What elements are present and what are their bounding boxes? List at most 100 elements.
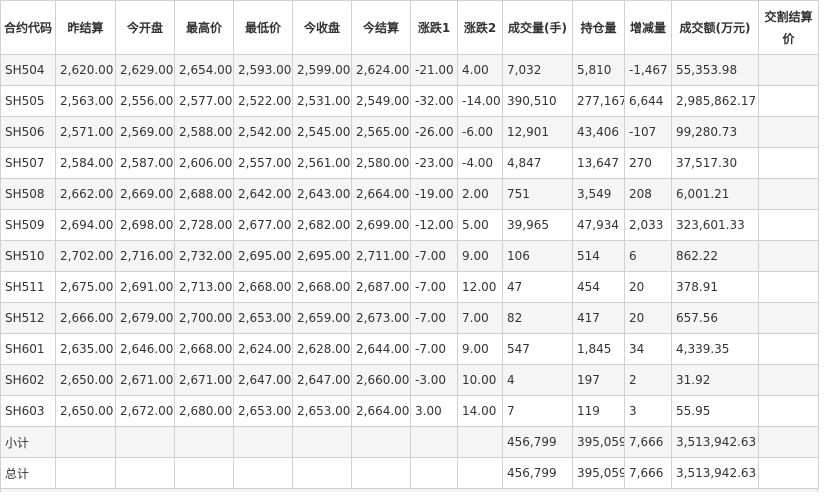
table-cell: 270 (624, 147, 672, 179)
table-cell: 2,671.00 (174, 364, 234, 396)
table-cell: 2,695.00 (233, 240, 293, 272)
column-header: 昨结算 (55, 0, 116, 55)
table-cell: 2,593.00 (233, 54, 293, 86)
table-cell: 2,682.00 (292, 209, 352, 241)
table-cell: -1,467 (624, 54, 672, 86)
table-cell: 2,563.00 (55, 85, 116, 117)
table-cell (233, 457, 293, 489)
table-cell: 2,587.00 (115, 147, 175, 179)
table-cell: 2,556.00 (115, 85, 175, 117)
table-cell: 2,531.00 (292, 85, 352, 117)
table-cell: 2,713.00 (174, 271, 234, 303)
table-cell: 4,847 (502, 147, 573, 179)
table-cell: 2,588.00 (174, 116, 234, 148)
table-row: SH510 2,702.00 2,716.00 2,732.00 2,695.00 2,6… (0, 240, 819, 272)
table-cell: 9.00 (457, 240, 503, 272)
table-cell: 2,728.00 (174, 209, 234, 241)
table-cell: -7.00 (410, 333, 458, 365)
table-cell: -7.00 (410, 240, 458, 272)
table-cell: 4.00 (457, 54, 503, 86)
table-cell: SH508 (0, 178, 56, 210)
table-cell: 7 (502, 395, 573, 427)
table-cell: 82 (502, 302, 573, 334)
table-cell: 2,599.00 (292, 54, 352, 86)
table-cell: 3,513,942.63 (671, 426, 759, 458)
table-cell (758, 54, 819, 86)
table-cell: 2,647.00 (233, 364, 293, 396)
table-cell: SH601 (0, 333, 56, 365)
table-row: SH508 2,662.00 2,669.00 2,688.00 2,642.00 2,6… (0, 178, 819, 210)
table-cell: 2,606.00 (174, 147, 234, 179)
table-cell: 4,339.35 (671, 333, 759, 365)
table-cell (758, 333, 819, 365)
table-cell: 10.00 (457, 364, 503, 396)
table-cell (55, 426, 116, 458)
table-cell: 2,569.00 (115, 116, 175, 148)
table-cell: SH505 (0, 85, 56, 117)
table-cell: 2,571.00 (55, 116, 116, 148)
table-cell: 2,545.00 (292, 116, 352, 148)
table-cell (292, 457, 352, 489)
table-row: SH504 2,620.00 2,629.00 2,654.00 2,593.00 2,5… (0, 54, 819, 86)
table-cell: SH510 (0, 240, 56, 272)
column-header: 涨跌2 (457, 0, 503, 55)
table-cell: 514 (572, 240, 625, 272)
table-cell: 2,644.00 (351, 333, 411, 365)
table-cell: 2,624.00 (233, 333, 293, 365)
table-cell (758, 178, 819, 210)
table-cell: 55,353.98 (671, 54, 759, 86)
table-cell: 55.95 (671, 395, 759, 427)
table-cell: 2,700.00 (174, 302, 234, 334)
table-cell: 34 (624, 333, 672, 365)
table-cell: 2,711.00 (351, 240, 411, 272)
table-cell: 2,653.00 (233, 395, 293, 427)
table-cell: -32.00 (410, 85, 458, 117)
table-cell: 2,584.00 (55, 147, 116, 179)
table-cell: 6,644 (624, 85, 672, 117)
table-cell: 2,653.00 (292, 395, 352, 427)
table-cell: 395,059 (572, 426, 625, 458)
table-cell: 751 (502, 178, 573, 210)
table-cell: 2,620.00 (55, 54, 116, 86)
table-row: SH511 2,675.00 2,691.00 2,713.00 2,668.00 2,6… (0, 271, 819, 303)
table-cell: 2,629.00 (115, 54, 175, 86)
table-cell: 2,669.00 (115, 178, 175, 210)
table-cell: 657.56 (671, 302, 759, 334)
table-cell (55, 457, 116, 489)
table-cell: 13,647 (572, 147, 625, 179)
table-cell: 2,577.00 (174, 85, 234, 117)
table-cell (351, 457, 411, 489)
table-cell: 2,654.00 (174, 54, 234, 86)
table-cell: -12.00 (410, 209, 458, 241)
table-cell: 2,985,862.17 (671, 85, 759, 117)
table-row: SH601 2,635.00 2,646.00 2,668.00 2,624.00 2,6… (0, 333, 819, 365)
table-cell: -107 (624, 116, 672, 148)
table-cell: 6 (624, 240, 672, 272)
table-row: 小计 456,799 395,059 7,666 3,513,942.63 (0, 426, 819, 458)
table-cell: 2,662.00 (55, 178, 116, 210)
table-cell: 2,635.00 (55, 333, 116, 365)
table-cell: 6,001.21 (671, 178, 759, 210)
table-cell: 2,702.00 (55, 240, 116, 272)
table-cell: 2,716.00 (115, 240, 175, 272)
table-row: SH506 2,571.00 2,569.00 2,588.00 2,542.00 2,5… (0, 116, 819, 148)
table-cell: 2,694.00 (55, 209, 116, 241)
table-cell: 417 (572, 302, 625, 334)
table-cell: 2,522.00 (233, 85, 293, 117)
table-row: SH603 2,650.00 2,672.00 2,680.00 2,653.00 2,6… (0, 395, 819, 427)
table-cell: 2,666.00 (55, 302, 116, 334)
table-row: 总计 456,799 395,059 7,666 3,513,942.63 (0, 457, 819, 489)
table-cell: 2,675.00 (55, 271, 116, 303)
table-cell: 119 (572, 395, 625, 427)
table-cell: 5.00 (457, 209, 503, 241)
table-cell: 2,642.00 (233, 178, 293, 210)
table-cell: 47 (502, 271, 573, 303)
table-cell: 3,513,942.63 (671, 457, 759, 489)
table-cell: SH506 (0, 116, 56, 148)
table-cell: 547 (502, 333, 573, 365)
table-cell: 2,695.00 (292, 240, 352, 272)
table-cell: 20 (624, 271, 672, 303)
table-cell: 2,557.00 (233, 147, 293, 179)
table-cell: 2,691.00 (115, 271, 175, 303)
table-cell: 2,580.00 (351, 147, 411, 179)
